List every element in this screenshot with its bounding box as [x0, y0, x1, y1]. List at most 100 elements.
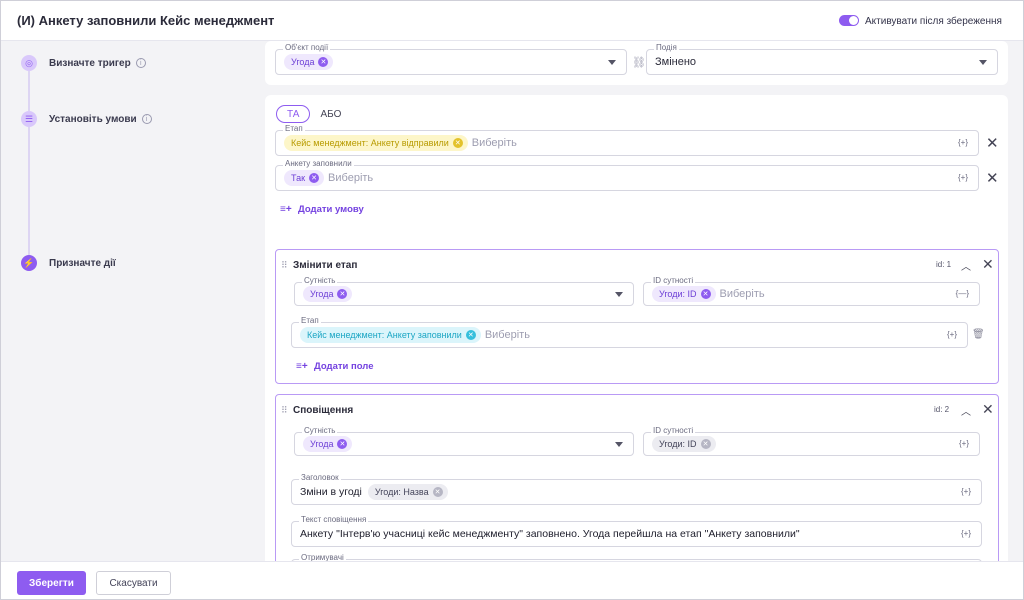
action-id: id: 1: [936, 260, 952, 269]
field-label: Об'єкт події: [283, 43, 331, 53]
insert-variable-button[interactable]: {+}: [959, 439, 969, 448]
entity-id-chip: Угоди: ID ✕: [652, 286, 716, 302]
add-condition-button[interactable]: ≡+ Додати умову: [280, 204, 364, 215]
add-condition-label: Додати умову: [298, 204, 364, 215]
action-notification: ⠿ Сповіщення id: 2 ︿ ✕ Сутність Угода ✕ …: [275, 394, 999, 561]
entity-select[interactable]: Сутність Угода ✕: [294, 276, 634, 306]
chevron-down-icon: [615, 292, 623, 297]
chip-remove-icon[interactable]: ✕: [432, 487, 443, 497]
survey-chip: Так ✕: [284, 170, 325, 186]
field-label: Етап: [283, 124, 305, 134]
heading-chip: Угоди: Назва ✕: [367, 484, 448, 500]
chevron-up-icon[interactable]: ︿: [961, 258, 971, 273]
chevron-down-icon: [615, 442, 623, 447]
close-icon[interactable]: ✕: [982, 256, 994, 273]
insert-variable-button[interactable]: {+}: [958, 173, 968, 182]
survey-placeholder: Виберіть: [328, 172, 374, 184]
chevron-down-icon: [979, 60, 987, 65]
step-label: Визначте тригер: [49, 57, 131, 69]
tab-and[interactable]: ТА: [276, 105, 311, 123]
chip-label: Кейс менеджмент: Анкету заповнили: [307, 330, 462, 340]
entity-chip: Угода ✕: [303, 286, 353, 302]
main-content[interactable]: ◎ Визначте тригер i ☰ Установіть умови i…: [1, 41, 1023, 561]
field-label: Подія: [654, 43, 679, 53]
notification-body-field[interactable]: Текст сповіщення Анкету "Інтерв'ю учасни…: [291, 515, 982, 547]
header: (И) Анкету заповнили Кейс менеджмент Акт…: [1, 1, 1023, 41]
entity-chip: Угода ✕: [303, 436, 353, 452]
chip-remove-icon[interactable]: ✕: [337, 439, 348, 449]
field-label: Текст сповіщення: [299, 515, 369, 525]
trigger-card: Об'єкт події Угода ✕ ⛓ Подія Змінено: [265, 41, 1008, 85]
field-label: Сутність: [302, 276, 338, 286]
tab-or[interactable]: АБО: [310, 105, 351, 123]
event-object-select[interactable]: Об'єкт події Угода ✕: [275, 43, 627, 75]
chip-remove-icon[interactable]: ✕: [452, 138, 463, 148]
remove-condition-icon[interactable]: ✕: [986, 171, 999, 186]
entity-select[interactable]: Сутність Угода ✕: [294, 426, 634, 456]
step-connector: [28, 127, 30, 255]
insert-variable-button[interactable]: {+}: [958, 138, 968, 147]
stage-target-field[interactable]: Етап Кейс менеджмент: Анкету заповнили ✕…: [291, 316, 968, 348]
chip-label: Так: [291, 173, 306, 183]
chip-label: Угоди: ID: [659, 289, 697, 299]
field-label: ID сутності: [651, 426, 696, 436]
add-list-icon: ≡+: [280, 204, 292, 215]
activate-toggle-label: Активувати після збереження: [865, 16, 1002, 27]
trash-icon[interactable]: 🗑: [972, 329, 985, 340]
chevron-up-icon[interactable]: ︿: [961, 403, 971, 418]
stage-placeholder: Виберіть: [471, 137, 517, 149]
entity-id-field[interactable]: ID сутності Угоди: ID ✕ Виберіть {—}: [643, 276, 980, 306]
chip-label: Угоди: Назва: [374, 487, 429, 497]
body-text: Анкету "Інтерв'ю учасниці кейс менеджмен…: [300, 528, 800, 540]
stage-condition-field[interactable]: Етап Кейс менеджмент: Анкету відправили …: [275, 124, 979, 156]
logic-tabs: ТА АБО: [276, 105, 351, 123]
info-icon[interactable]: i: [135, 58, 146, 68]
chip-remove-icon[interactable]: ✕: [700, 439, 711, 449]
event-select[interactable]: Подія Змінено: [646, 43, 998, 75]
chip-remove-icon[interactable]: ✕: [465, 330, 476, 340]
save-button[interactable]: Зберегти: [17, 571, 86, 595]
drag-handle-icon[interactable]: ⠿: [281, 260, 288, 271]
notification-heading-field[interactable]: Заголовок Зміни в угоді Угоди: Назва ✕ {…: [291, 473, 982, 505]
step-label: Установіть умови: [49, 113, 137, 125]
cancel-button[interactable]: Скасувати: [96, 571, 171, 595]
remove-condition-icon[interactable]: ✕: [986, 136, 999, 151]
drag-handle-icon[interactable]: ⠿: [281, 405, 288, 416]
info-icon[interactable]: i: [141, 114, 152, 124]
chip-remove-icon[interactable]: ✕: [700, 289, 711, 299]
action-title: Сповіщення: [293, 405, 354, 416]
entity-id-field[interactable]: ID сутності Угоди: ID ✕ {+}: [643, 426, 980, 456]
stage-chip: Кейс менеджмент: Анкету відправили ✕: [284, 135, 468, 151]
add-list-icon: ≡+: [296, 361, 308, 372]
insert-variable-button[interactable]: {—}: [956, 289, 969, 298]
chip-remove-icon[interactable]: ✕: [309, 173, 320, 183]
close-icon[interactable]: ✕: [982, 401, 994, 418]
footer: Зберегти Скасувати: [1, 561, 1023, 599]
field-label: Етап: [299, 316, 321, 326]
chip-remove-icon[interactable]: ✕: [337, 289, 348, 299]
insert-variable-button[interactable]: {+}: [961, 487, 971, 496]
action-title: Змінити етап: [293, 260, 358, 271]
chip-label: Угода: [310, 289, 334, 299]
event-value: Змінено: [655, 56, 697, 68]
trigger-icon: ◎: [21, 55, 37, 71]
activate-toggle[interactable]: [839, 15, 859, 26]
field-label: Отримувачі: [299, 553, 346, 561]
heading-text: Зміни в угоді: [300, 486, 362, 498]
chip-label: Угода: [291, 57, 315, 67]
insert-variable-button[interactable]: {+}: [947, 330, 957, 339]
step-conditions: ☰ Установіть умови i: [21, 111, 152, 127]
survey-condition-field[interactable]: Анкету заповнили Так ✕ Виберіть {+}: [275, 159, 979, 191]
object-chip: Угода ✕: [284, 54, 334, 70]
chip-label: Угода: [310, 439, 334, 449]
entity-id-chip: Угоди: ID ✕: [652, 436, 716, 452]
stage-target-chip: Кейс менеджмент: Анкету заповнили ✕: [300, 327, 481, 343]
stage-target-placeholder: Виберіть: [484, 329, 530, 341]
insert-variable-button[interactable]: {+}: [961, 529, 971, 538]
add-field-button[interactable]: ≡+ Додати поле: [296, 361, 374, 372]
action-change-stage: ⠿ Змінити етап id: 1 ︿ ✕ Сутність Угода …: [275, 249, 999, 384]
field-label: Сутність: [302, 426, 338, 436]
step-connector: [28, 71, 30, 111]
page-title: (И) Анкету заповнили Кейс менеджмент: [17, 13, 275, 28]
chip-remove-icon[interactable]: ✕: [318, 57, 329, 67]
